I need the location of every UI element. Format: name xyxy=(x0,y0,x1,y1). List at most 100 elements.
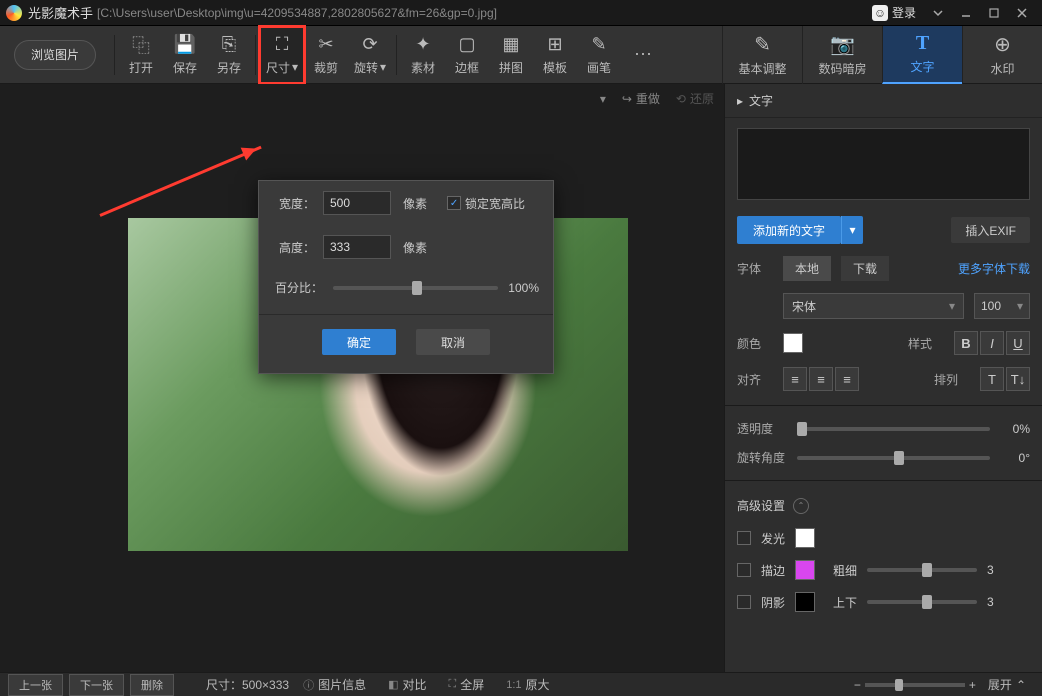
more-fonts-link[interactable]: 更多字体下载 xyxy=(958,260,1030,277)
info-icon: ⓘ xyxy=(303,677,314,693)
shadow-slider[interactable] xyxy=(867,600,977,604)
lock-ratio-checkbox[interactable]: ✓ 锁定宽高比 xyxy=(447,195,525,212)
close-button[interactable] xyxy=(1008,3,1036,23)
app-title: 光影魔术手 xyxy=(28,3,93,22)
template-button[interactable]: ⊞模板 xyxy=(533,27,577,83)
open-icon: ⿻ xyxy=(130,34,152,56)
fullscreen-button[interactable]: ⛶全屏 xyxy=(441,676,493,693)
crop-button[interactable]: ✂裁剪 xyxy=(304,27,348,83)
main-toolbar: 浏览图片 ⿻打开 💾保存 ⎘另存 ⛶尺寸 ▾ ✂裁剪 ⟳旋转 ▾ ✦素材 ▢边框… xyxy=(0,26,1042,84)
rotate-icon: ⟳ xyxy=(359,34,381,56)
percent-slider[interactable] xyxy=(333,286,498,290)
login-button[interactable]: ☺ 登录 xyxy=(864,4,924,21)
ok-button[interactable]: 确定 xyxy=(322,329,396,355)
font-tab-download[interactable]: 下载 xyxy=(841,256,889,281)
add-text-dropdown[interactable]: ▾ xyxy=(841,216,863,244)
chevron-down-icon: ▾ xyxy=(292,60,298,74)
align-right-button[interactable]: ≡ xyxy=(835,367,859,391)
arrange-horizontal-button[interactable]: T xyxy=(980,367,1004,391)
original-size-button[interactable]: 1:1原大 xyxy=(498,676,557,693)
color-picker[interactable] xyxy=(783,333,803,353)
file-path: [C:\Users\user\Desktop\img\u=4209534887,… xyxy=(97,6,497,20)
save-as-button[interactable]: ⎘另存 xyxy=(207,27,251,83)
rotation-slider[interactable] xyxy=(797,456,990,460)
size-button[interactable]: ⛶尺寸 ▾ xyxy=(260,27,304,83)
glow-color[interactable] xyxy=(795,528,815,548)
align-left-button[interactable]: ≡ xyxy=(783,367,807,391)
collage-icon: ▦ xyxy=(500,34,522,56)
align-center-button[interactable]: ≡ xyxy=(809,367,833,391)
italic-button[interactable]: I xyxy=(980,331,1004,355)
save-icon: 💾 xyxy=(174,34,196,56)
stroke-slider[interactable] xyxy=(867,568,977,572)
chevron-right-icon: ▸ xyxy=(737,94,743,108)
app-logo-icon xyxy=(6,5,22,21)
watermark-icon: ⊕ xyxy=(994,32,1011,57)
stroke-color[interactable] xyxy=(795,560,815,580)
tab-text[interactable]: T文字 xyxy=(882,26,962,84)
percent-label: 百分比： xyxy=(273,279,323,296)
border-button[interactable]: ▢边框 xyxy=(445,27,489,83)
zoom-in-icon[interactable]: + xyxy=(969,678,976,692)
insert-exif-button[interactable]: 插入EXIF xyxy=(951,217,1030,243)
more-button[interactable]: ··· xyxy=(621,27,665,83)
open-button[interactable]: ⿻打开 xyxy=(119,27,163,83)
template-icon: ⊞ xyxy=(544,34,566,56)
font-tab-local[interactable]: 本地 xyxy=(783,256,831,281)
width-label: 宽度： xyxy=(273,195,315,212)
cancel-button[interactable]: 取消 xyxy=(416,329,490,355)
fullscreen-icon: ⛶ xyxy=(449,678,457,691)
glow-checkbox[interactable] xyxy=(737,531,751,545)
height-unit: 像素 xyxy=(403,239,427,256)
undo-dropdown-icon[interactable]: ▾ xyxy=(600,92,606,106)
zoom-out-icon[interactable]: − xyxy=(854,678,861,692)
shadow-dir-label: 上下 xyxy=(833,594,857,611)
camera-icon: 📷 xyxy=(830,32,855,57)
image-info-button[interactable]: ⓘ图片信息 xyxy=(295,676,374,693)
font-family-select[interactable]: 宋体▾ xyxy=(783,293,964,319)
more-icon: ··· xyxy=(632,42,654,64)
settings-dropdown[interactable] xyxy=(924,3,952,23)
expand-button[interactable]: 展开⌃ xyxy=(980,676,1034,693)
prev-image-button[interactable]: 上一张 xyxy=(8,674,63,696)
delete-button[interactable]: 删除 xyxy=(130,674,174,696)
restore-icon: ⟲ xyxy=(676,92,686,106)
material-button[interactable]: ✦素材 xyxy=(401,27,445,83)
save-button[interactable]: 💾保存 xyxy=(163,27,207,83)
font-size-input[interactable]: 100▾ xyxy=(974,293,1030,319)
titlebar: 光影魔术手 [C:\Users\user\Desktop\img\u=42095… xyxy=(0,0,1042,26)
annotation-arrow xyxy=(99,146,261,217)
chevron-down-icon: ▾ xyxy=(380,60,386,74)
tab-watermark[interactable]: ⊕水印 xyxy=(962,26,1042,84)
redo-button[interactable]: ↪重做 xyxy=(622,90,660,107)
rotate-button[interactable]: ⟳旋转 ▾ xyxy=(348,27,392,83)
tab-darkroom[interactable]: 📷数码暗房 xyxy=(802,26,882,84)
next-image-button[interactable]: 下一张 xyxy=(69,674,124,696)
tab-basic-adjust[interactable]: ✎基本调整 xyxy=(722,26,802,84)
arrange-vertical-button[interactable]: T↓ xyxy=(1006,367,1030,391)
restore-button[interactable]: ⟲还原 xyxy=(676,90,714,107)
add-text-button[interactable]: 添加新的文字 xyxy=(737,216,841,244)
compare-button[interactable]: ◧对比 xyxy=(380,676,434,693)
opacity-value: 0% xyxy=(1000,422,1030,436)
opacity-slider[interactable] xyxy=(797,427,990,431)
bold-button[interactable]: B xyxy=(954,331,978,355)
minimize-button[interactable] xyxy=(952,3,980,23)
maximize-button[interactable] xyxy=(980,3,1008,23)
text-panel-header[interactable]: ▸文字 xyxy=(725,84,1042,118)
text-preview[interactable] xyxy=(737,128,1030,200)
collage-button[interactable]: ▦拼图 xyxy=(489,27,533,83)
text-panel: ▸文字 添加新的文字 ▾ 插入EXIF 字体 本地 下载 更多字体下载 宋体▾ … xyxy=(724,84,1042,672)
original-size-icon: 1:1 xyxy=(506,679,521,691)
height-input[interactable] xyxy=(323,235,391,259)
brush-button[interactable]: ✎画笔 xyxy=(577,27,621,83)
stroke-checkbox[interactable] xyxy=(737,563,751,577)
underline-button[interactable]: U xyxy=(1006,331,1030,355)
advanced-settings-toggle[interactable]: 高级设置 ⌃ xyxy=(725,489,1042,522)
stroke-thick-label: 粗细 xyxy=(833,562,857,579)
zoom-slider[interactable] xyxy=(865,683,965,687)
width-input[interactable] xyxy=(323,191,391,215)
browse-images-button[interactable]: 浏览图片 xyxy=(14,40,96,70)
shadow-color[interactable] xyxy=(795,592,815,612)
shadow-checkbox[interactable] xyxy=(737,595,751,609)
